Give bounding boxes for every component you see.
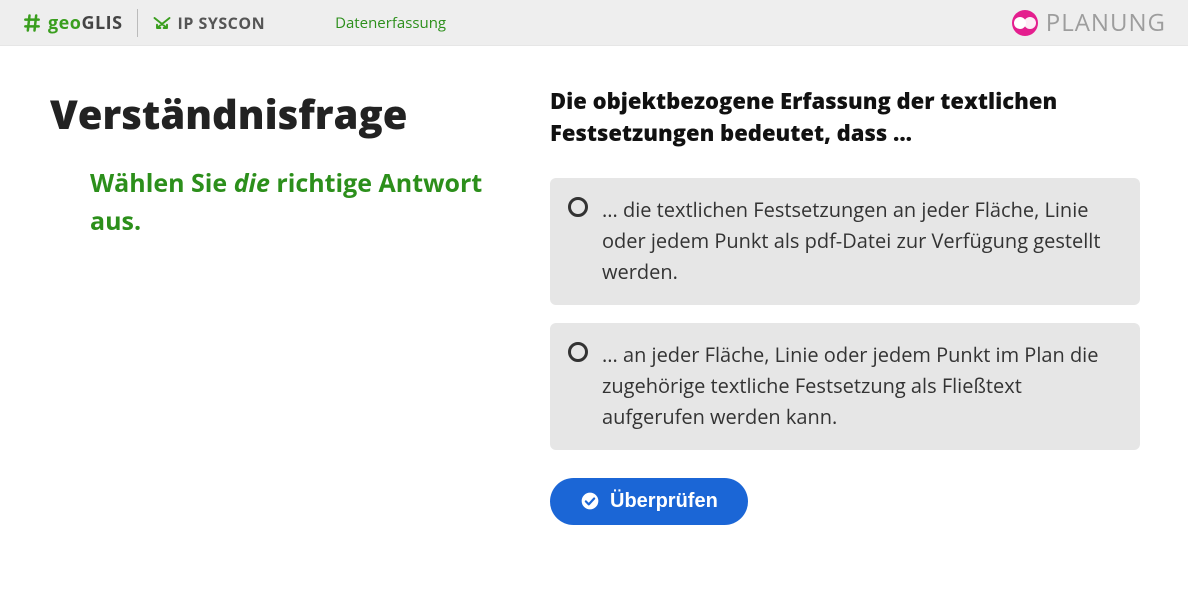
header-divider xyxy=(137,9,138,37)
left-column: Verständnisfrage Wählen Sie die richtige… xyxy=(50,86,510,525)
arrows-cross-icon xyxy=(152,13,172,33)
radio-icon xyxy=(568,342,588,362)
logo-geoglis-glis: GLIS xyxy=(81,11,122,35)
logo-xplanung-text: PLANUNG xyxy=(1046,6,1166,39)
radio-icon xyxy=(568,197,588,217)
xplanung-badge-icon xyxy=(1012,10,1038,36)
logo-geoglis: geoGLIS xyxy=(22,11,123,35)
right-column: Die objektbezogene Erfassung der textlic… xyxy=(550,86,1158,525)
instruction-prefix: Wählen Sie xyxy=(90,166,234,200)
app-header: geoGLIS IP SYSCON Datenerfassung PLANUNG xyxy=(0,0,1188,46)
quiz-question: Die objektbezogene Erfassung der textlic… xyxy=(550,86,1140,150)
quiz-option-1[interactable]: ... die textlichen Festsetzungen an jede… xyxy=(550,178,1140,305)
instruction-text: Wählen Sie die richtige Antwort aus. xyxy=(50,165,510,240)
quiz-option-2-text: ... an jeder Fläche, Linie oder jedem Pu… xyxy=(602,339,1120,432)
submit-button-label: Überprüfen xyxy=(610,490,718,513)
submit-button[interactable]: Überprüfen xyxy=(550,478,748,525)
main-content: Verständnisfrage Wählen Sie die richtige… xyxy=(0,46,1188,555)
quiz-option-1-text: ... die textlichen Festsetzungen an jede… xyxy=(602,194,1120,287)
logo-geoglis-geo: geo xyxy=(48,11,81,35)
logo-ipsyscon: IP SYSCON xyxy=(152,12,266,34)
quiz-option-2[interactable]: ... an jeder Fläche, Linie oder jedem Pu… xyxy=(550,323,1140,450)
page-title: Verständnisfrage xyxy=(50,86,510,141)
logo-xplanung: PLANUNG xyxy=(1012,6,1166,39)
nav-datenerfassung[interactable]: Datenerfassung xyxy=(335,13,446,33)
instruction-emphasis: die xyxy=(234,166,270,200)
check-circle-icon xyxy=(580,491,600,511)
hash-route-icon xyxy=(22,13,42,33)
logo-ipsyscon-text: IP SYSCON xyxy=(178,12,266,34)
